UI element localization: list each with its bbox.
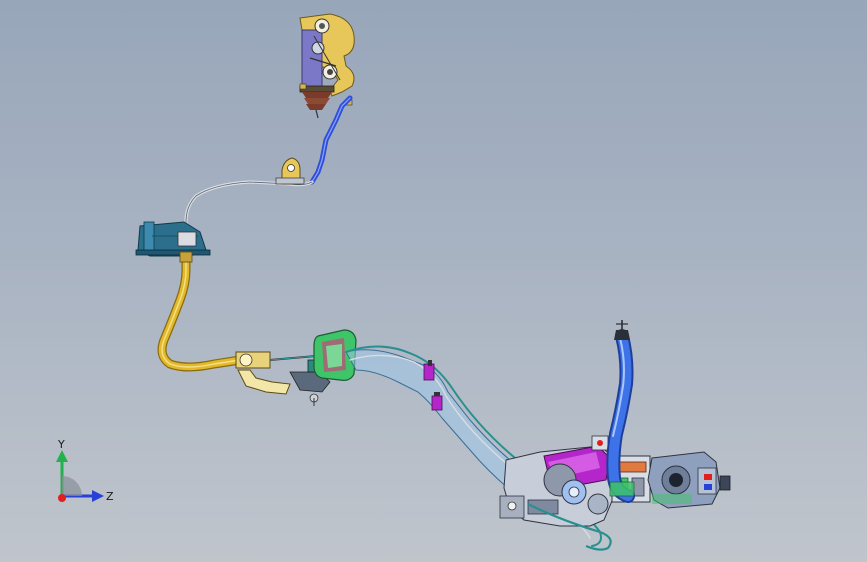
triad-x-axis-origin: [58, 494, 66, 502]
teal-mounting-bracket[interactable]: [135, 221, 211, 257]
triad-y-label: Y: [57, 438, 65, 451]
cable-clip-upper[interactable]: [275, 157, 305, 185]
coordinate-triad: Y Z: [56, 438, 114, 503]
triad-z-label: Z: [106, 490, 114, 503]
cad-viewport[interactable]: Y Z: [0, 0, 867, 562]
assembly-model[interactable]: [0, 0, 867, 562]
yellow-hose[interactable]: [157, 251, 245, 372]
actuator-housing[interactable]: [647, 451, 731, 509]
upper-cable-run[interactable]: [184, 95, 353, 240]
triad-rotation-sector: [62, 476, 82, 496]
channel-clip-1[interactable]: [423, 360, 435, 381]
